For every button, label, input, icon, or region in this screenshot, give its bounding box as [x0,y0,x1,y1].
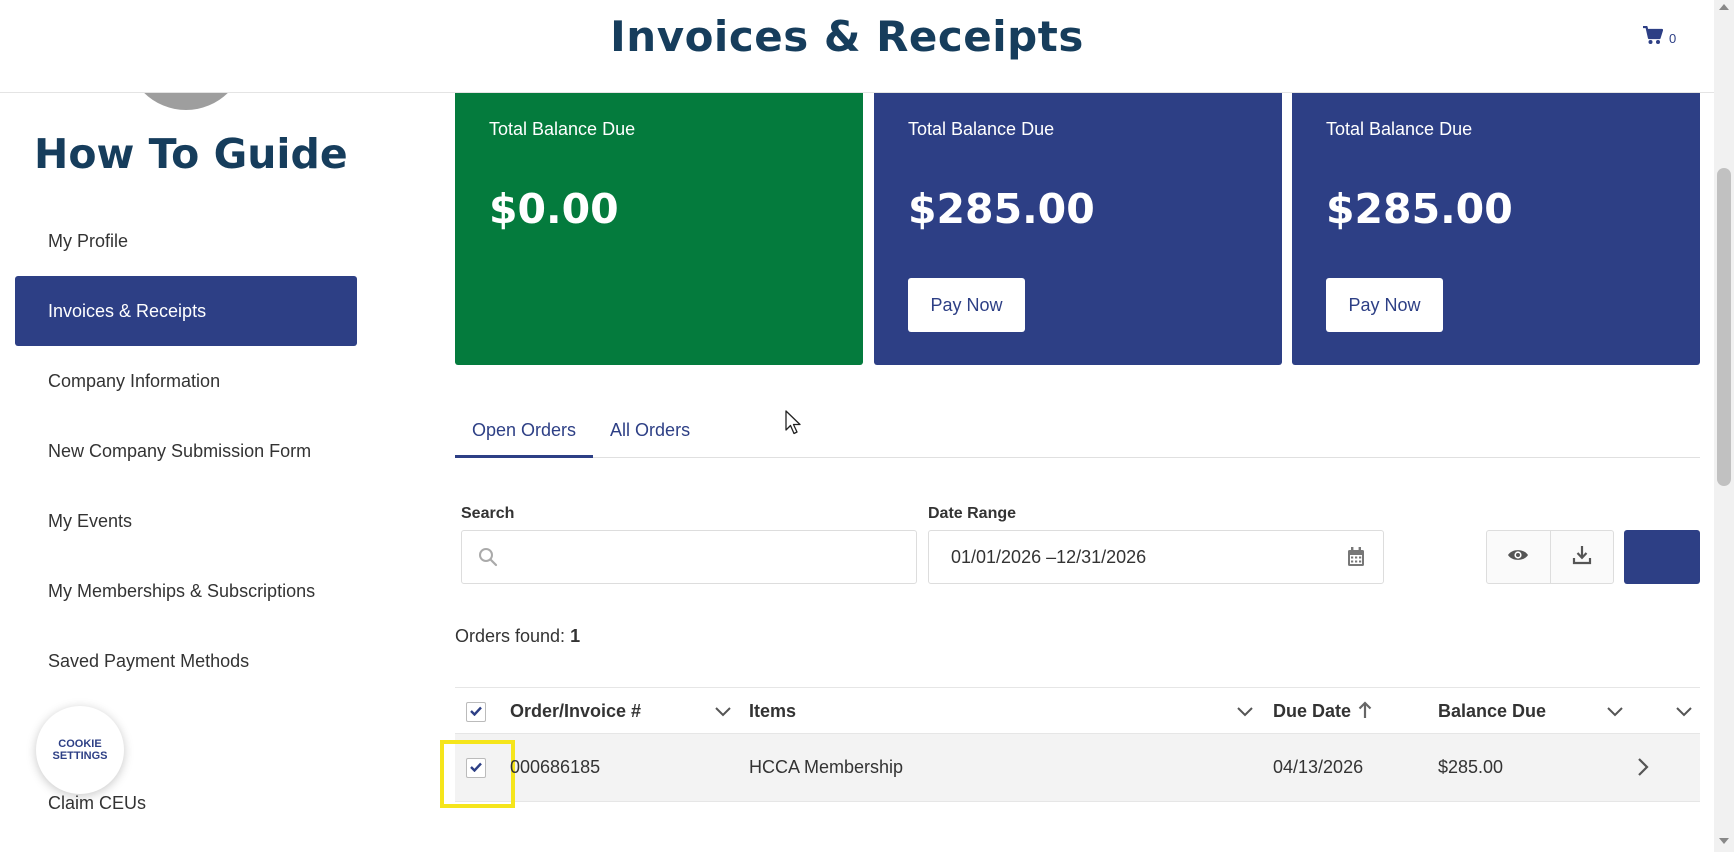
cookie-label-line1: COOKIE [58,738,102,750]
view-export-group [1486,530,1614,584]
chevron-down-icon[interactable] [1237,704,1253,722]
cell-balance-due: $285.00 [1438,757,1504,777]
sidebar-item-memberships-subscriptions[interactable]: My Memberships & Subscriptions [15,556,357,626]
scroll-down-icon[interactable] [1719,838,1729,844]
date-range-field[interactable]: 01/01/2026 –12/31/2026 [928,530,1384,584]
sidebar-nav: My Profile Invoices & Receipts Company I… [15,206,357,696]
scroll-up-icon[interactable] [1719,4,1729,10]
search-label: Search [461,505,515,522]
check-icon [470,703,482,721]
mouse-cursor-icon [785,410,803,441]
cart-count: 0 [1669,30,1677,46]
cell-due-date: 04/13/2026 [1273,757,1364,777]
card-label: Total Balance Due [489,119,636,139]
chevron-down-icon[interactable] [1607,704,1623,722]
cell-order-number: 000686185 [510,757,601,777]
tab-open-orders[interactable]: Open Orders [455,410,594,458]
page-scrollbar[interactable] [1714,0,1734,852]
search-input[interactable] [508,531,908,583]
date-range-value: 01/01/2026 –12/31/2026 [951,547,1147,567]
cell-items: HCCA Membership [749,757,904,777]
check-icon [470,759,482,777]
column-items[interactable]: Items [749,701,796,722]
sort-ascending-icon[interactable] [1358,701,1372,724]
search-field[interactable] [461,530,917,584]
page-title: Invoices & Receipts [610,12,1084,61]
sidebar-item-my-profile[interactable]: My Profile [15,206,357,276]
card-amount: $0.00 [489,185,619,233]
primary-action-button[interactable] [1624,530,1700,584]
table-header: Order/Invoice # Items Due Date Balance D… [455,687,1700,734]
sidebar-item-invoices-receipts[interactable]: Invoices & Receipts [15,276,357,346]
card-label: Total Balance Due [1326,119,1473,139]
search-icon [478,547,498,572]
cart-icon [1643,25,1664,50]
cookie-settings-button[interactable]: COOKIE SETTINGS [36,706,124,794]
card-amount: $285.00 [908,185,1095,233]
column-balance-due[interactable]: Balance Due [1438,701,1546,722]
select-all-checkbox[interactable] [466,702,486,722]
date-range-label: Date Range [928,505,1017,522]
chevron-down-icon[interactable] [1676,704,1692,722]
orders-table: Order/Invoice # Items Due Date Balance D… [440,687,1700,808]
sidebar-item-my-events[interactable]: My Events [15,486,357,556]
column-due-date[interactable]: Due Date [1273,701,1351,722]
scrollbar-thumb[interactable] [1717,168,1731,486]
download-button[interactable] [1549,531,1613,583]
chevron-down-icon[interactable] [715,704,731,722]
balance-card-second: Total Balance Due $285.00 Pay Now [874,93,1282,365]
sidebar-item-new-company-submission[interactable]: New Company Submission Form [15,416,357,486]
order-tabs: Open Orders All Orders [455,410,1700,458]
chevron-right-icon[interactable] [1637,757,1649,782]
pay-now-button[interactable]: Pay Now [1326,278,1443,332]
pay-now-button[interactable]: Pay Now [908,278,1025,332]
orders-found-label: Orders found: [455,626,566,646]
tab-all-orders[interactable]: All Orders [593,410,707,458]
calendar-icon[interactable] [1347,547,1365,572]
eye-icon [1507,548,1529,567]
card-label: Total Balance Due [908,119,1055,139]
orders-found-count: 1 [570,626,581,646]
download-icon [1572,545,1592,570]
sidebar-item-company-information[interactable]: Company Information [15,346,357,416]
preview-button[interactable] [1487,531,1550,583]
cookie-label-line2: SETTINGS [52,750,108,762]
sidebar-title: How To Guide [34,130,348,178]
balance-card-total: Total Balance Due $0.00 [455,93,863,365]
table-row[interactable]: 000686185 HCCA Membership 04/13/2026 $28… [440,734,1700,808]
row-checkbox[interactable] [466,758,486,778]
balance-card-third: Total Balance Due $285.00 Pay Now [1292,93,1700,365]
cart-button[interactable]: 0 [1643,25,1677,50]
page-header: Invoices & Receipts 0 [0,0,1714,93]
card-amount: $285.00 [1326,185,1513,233]
column-order-invoice[interactable]: Order/Invoice # [510,701,641,722]
sidebar-item-saved-payment-methods[interactable]: Saved Payment Methods [15,626,357,696]
orders-found: Orders found: 1 [455,626,580,647]
